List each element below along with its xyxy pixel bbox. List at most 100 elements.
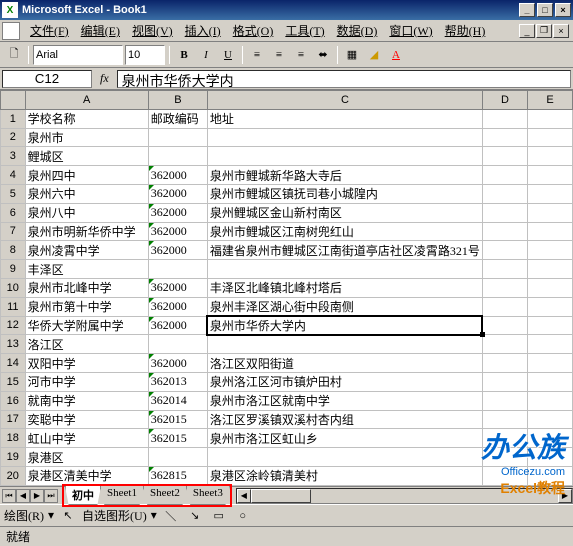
- cell[interactable]: 泉州鲤城区金山新村南区: [207, 203, 482, 222]
- cell[interactable]: [528, 448, 573, 467]
- cell[interactable]: 362013: [148, 372, 207, 391]
- cell[interactable]: [207, 147, 482, 166]
- row-header[interactable]: 10: [1, 278, 26, 297]
- cell[interactable]: [482, 166, 527, 185]
- cell[interactable]: 362000: [148, 278, 207, 297]
- row-header[interactable]: 20: [1, 466, 26, 485]
- cell[interactable]: 泉港区清美中学: [25, 466, 148, 485]
- scroll-left-button[interactable]: ◀: [237, 489, 251, 503]
- underline-button[interactable]: U: [218, 45, 238, 65]
- cell[interactable]: 就南中学: [25, 391, 148, 410]
- cell[interactable]: [482, 448, 527, 467]
- doc-restore-button[interactable]: ❐: [536, 24, 552, 38]
- formula-input[interactable]: 泉州市华侨大学内: [117, 70, 571, 88]
- sheet-tab[interactable]: Sheet3: [186, 486, 230, 505]
- cell[interactable]: 泉州市鲤城区江南树兜红山: [207, 222, 482, 241]
- menu-item[interactable]: 数据(D): [331, 21, 384, 41]
- row-header[interactable]: 6: [1, 203, 26, 222]
- cell[interactable]: 丰泽区: [25, 260, 148, 279]
- cell[interactable]: [528, 429, 573, 448]
- name-box[interactable]: [2, 70, 92, 88]
- draw-menu[interactable]: 绘图(R): [4, 507, 44, 524]
- cell[interactable]: 双阳中学: [25, 354, 148, 373]
- row-header[interactable]: 7: [1, 222, 26, 241]
- horizontal-scrollbar[interactable]: ◀ ▶: [236, 488, 573, 504]
- cell[interactable]: [528, 466, 573, 485]
- app-icon[interactable]: [2, 22, 20, 40]
- menu-item[interactable]: 文件(F): [24, 21, 75, 41]
- italic-button[interactable]: I: [196, 45, 216, 65]
- menu-item[interactable]: 插入(I): [179, 21, 227, 41]
- bold-button[interactable]: B: [174, 45, 194, 65]
- font-name-select[interactable]: [33, 45, 123, 65]
- row-header[interactable]: 4: [1, 166, 26, 185]
- cell[interactable]: [482, 203, 527, 222]
- cell[interactable]: 洛江区: [25, 335, 148, 354]
- cell[interactable]: 邮政编码: [148, 109, 207, 128]
- cell[interactable]: [482, 260, 527, 279]
- cell[interactable]: 鲤城区: [25, 147, 148, 166]
- doc-minimize-button[interactable]: _: [519, 24, 535, 38]
- cell[interactable]: 丰泽区北峰镇北峰村塔后: [207, 278, 482, 297]
- cell[interactable]: [528, 147, 573, 166]
- oval-button[interactable]: ○: [233, 506, 253, 526]
- font-color-button[interactable]: A: [386, 45, 406, 65]
- cell[interactable]: [528, 297, 573, 316]
- doc-close-button[interactable]: ×: [553, 24, 569, 38]
- cell[interactable]: [207, 260, 482, 279]
- row-header[interactable]: 18: [1, 429, 26, 448]
- select-all-corner[interactable]: [1, 91, 26, 110]
- align-right-button[interactable]: ≡: [291, 45, 311, 65]
- cell[interactable]: 福建省泉州市鲤城区江南街道亭店社区凌霄路321号: [207, 241, 482, 260]
- cell[interactable]: [482, 147, 527, 166]
- cell[interactable]: 泉港区: [25, 448, 148, 467]
- cell[interactable]: [207, 335, 482, 354]
- cell[interactable]: 学校名称: [25, 109, 148, 128]
- close-button[interactable]: ×: [555, 3, 571, 17]
- row-header[interactable]: 16: [1, 391, 26, 410]
- cell[interactable]: 洛江区双阳街道: [207, 354, 482, 373]
- cell[interactable]: [482, 297, 527, 316]
- merge-button[interactable]: ⬌: [313, 45, 333, 65]
- cell[interactable]: [528, 109, 573, 128]
- sheet-tab[interactable]: Sheet1: [100, 486, 144, 505]
- menu-item[interactable]: 视图(V): [126, 21, 179, 41]
- cell[interactable]: 泉州丰泽区湖心街中段南侧: [207, 297, 482, 316]
- tab-first-button[interactable]: ⏮: [2, 489, 16, 503]
- cell[interactable]: [528, 166, 573, 185]
- borders-button[interactable]: ▦: [342, 45, 362, 65]
- cell[interactable]: [482, 466, 527, 485]
- row-header[interactable]: 1: [1, 109, 26, 128]
- cell[interactable]: [528, 316, 573, 335]
- cell[interactable]: 362000: [148, 222, 207, 241]
- menu-item[interactable]: 帮助(H): [439, 21, 492, 41]
- cell[interactable]: 362000: [148, 297, 207, 316]
- cell[interactable]: 泉州市北峰中学: [25, 278, 148, 297]
- cell[interactable]: 362014: [148, 391, 207, 410]
- cell[interactable]: 泉州市洛江区就南中学: [207, 391, 482, 410]
- cell[interactable]: [528, 410, 573, 429]
- cell[interactable]: [482, 184, 527, 203]
- align-center-button[interactable]: ≡: [269, 45, 289, 65]
- cell[interactable]: 362000: [148, 166, 207, 185]
- cell[interactable]: 奕聪中学: [25, 410, 148, 429]
- scroll-right-button[interactable]: ▶: [558, 489, 572, 503]
- row-header[interactable]: 12: [1, 316, 26, 335]
- cell[interactable]: 泉州市明新华侨中学: [25, 222, 148, 241]
- cell[interactable]: [528, 354, 573, 373]
- cell[interactable]: 362000: [148, 203, 207, 222]
- cell[interactable]: [528, 335, 573, 354]
- row-header[interactable]: 3: [1, 147, 26, 166]
- cell[interactable]: [528, 260, 573, 279]
- cell[interactable]: 泉州六中: [25, 184, 148, 203]
- menu-item[interactable]: 编辑(E): [75, 21, 126, 41]
- cell[interactable]: 泉州八中: [25, 203, 148, 222]
- cell[interactable]: [482, 429, 527, 448]
- cell[interactable]: 泉州市洛江区虹山乡: [207, 429, 482, 448]
- cell[interactable]: [528, 391, 573, 410]
- cell[interactable]: [528, 222, 573, 241]
- cell[interactable]: [528, 184, 573, 203]
- column-header[interactable]: A: [25, 91, 148, 110]
- row-header[interactable]: 15: [1, 372, 26, 391]
- sheet-tab[interactable]: 初中: [65, 486, 101, 505]
